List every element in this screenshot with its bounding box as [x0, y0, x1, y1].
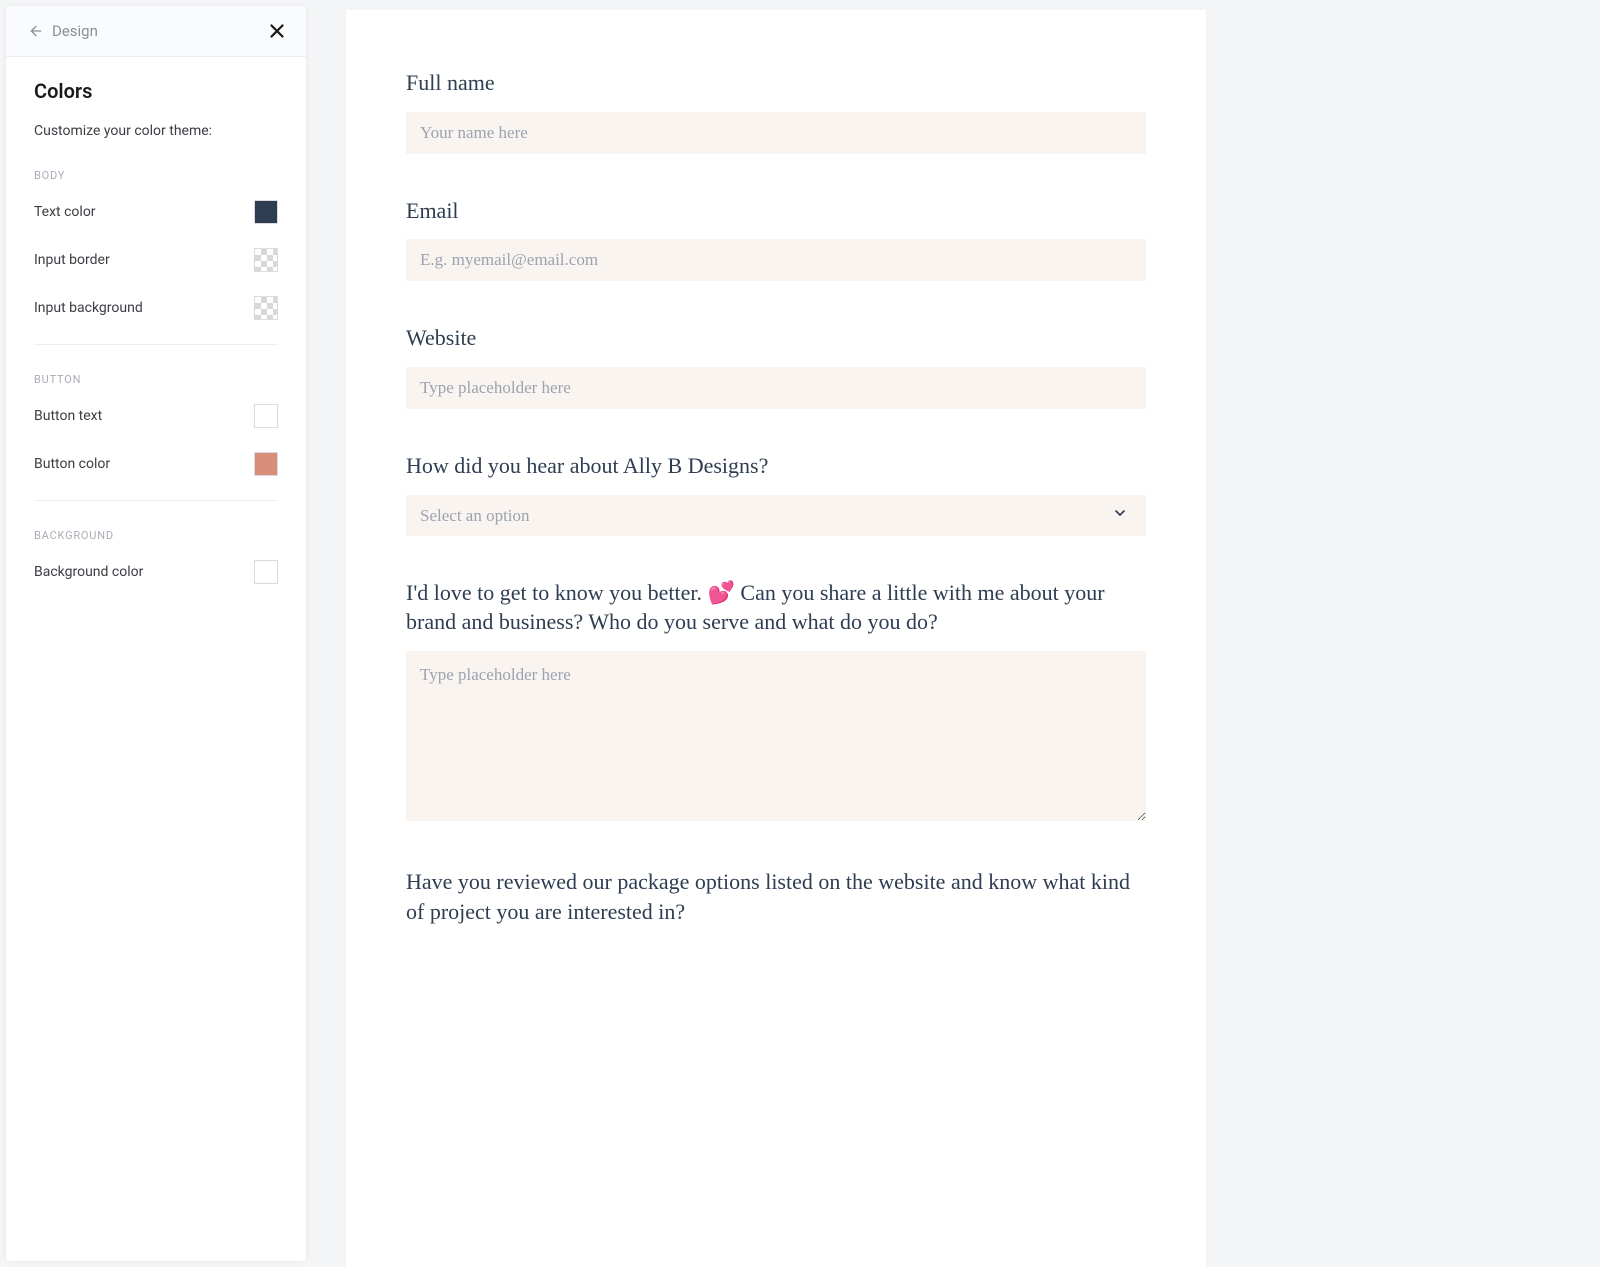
website-input[interactable] [406, 367, 1146, 409]
website-label: Website [406, 323, 1146, 353]
background-color-swatch[interactable] [254, 560, 278, 584]
how-heard-select-wrap: Select an option [406, 495, 1146, 536]
button-color-swatch[interactable] [254, 452, 278, 476]
sidebar-header: Design [6, 6, 306, 57]
text-color-swatch[interactable] [254, 200, 278, 224]
back-to-design[interactable]: Design [28, 22, 98, 40]
divider [34, 344, 278, 345]
email-label: Email [406, 196, 1146, 226]
section-button-label: BUTTON [34, 373, 278, 386]
arrow-left-icon [28, 23, 44, 39]
form-card: Full name Email Website How did you hear… [346, 10, 1206, 1267]
website-group: Website [406, 323, 1146, 409]
section-body-label: BODY [34, 169, 278, 182]
section-background-label: BACKGROUND [34, 529, 278, 542]
how-heard-select[interactable]: Select an option [406, 495, 1146, 536]
divider [34, 500, 278, 501]
panel-subtitle: Customize your color theme: [34, 123, 278, 139]
how-heard-label: How did you hear about Ally B Designs? [406, 451, 1146, 481]
input-border-row: Input border [34, 248, 278, 272]
background-color-row: Background color [34, 560, 278, 584]
button-color-label: Button color [34, 456, 110, 472]
form-preview: Full name Email Website How did you hear… [306, 0, 1600, 1267]
full-name-group: Full name [406, 68, 1146, 154]
email-group: Email [406, 196, 1146, 282]
sidebar-body: Colors Customize your color theme: BODY … [6, 57, 306, 630]
button-text-row: Button text [34, 404, 278, 428]
package-reviewed-group: Have you reviewed our package options li… [406, 867, 1146, 926]
back-label: Design [52, 22, 98, 40]
input-background-row: Input background [34, 296, 278, 320]
button-color-row: Button color [34, 452, 278, 476]
package-reviewed-label: Have you reviewed our package options li… [406, 867, 1146, 926]
email-input[interactable] [406, 239, 1146, 281]
close-button[interactable] [266, 20, 288, 42]
full-name-input[interactable] [406, 112, 1146, 154]
input-border-swatch[interactable] [254, 248, 278, 272]
about-brand-group: I'd love to get to know you better. 💕 Ca… [406, 578, 1146, 825]
input-border-label: Input border [34, 252, 110, 268]
text-color-label: Text color [34, 204, 96, 220]
close-icon [266, 20, 288, 42]
button-text-swatch[interactable] [254, 404, 278, 428]
full-name-label: Full name [406, 68, 1146, 98]
button-text-label: Button text [34, 408, 102, 424]
input-background-swatch[interactable] [254, 296, 278, 320]
about-brand-label: I'd love to get to know you better. 💕 Ca… [406, 578, 1146, 637]
text-color-row: Text color [34, 200, 278, 224]
background-color-label: Background color [34, 564, 143, 580]
about-brand-textarea[interactable] [406, 651, 1146, 821]
input-background-label: Input background [34, 300, 143, 316]
panel-title: Colors [34, 79, 278, 103]
design-sidebar: Design Colors Customize your color theme… [6, 6, 306, 1261]
how-heard-group: How did you hear about Ally B Designs? S… [406, 451, 1146, 536]
